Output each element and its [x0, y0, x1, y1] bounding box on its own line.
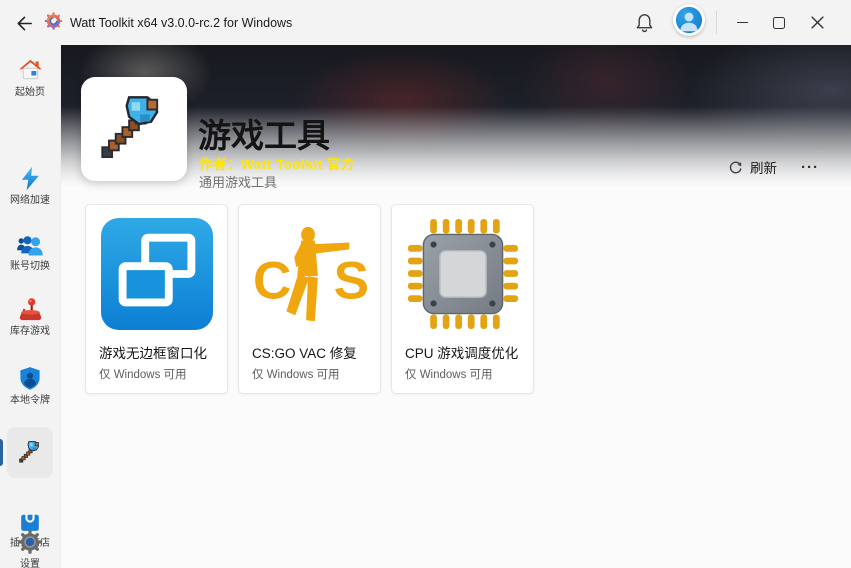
pack-description: 通用游戏工具	[199, 172, 277, 191]
tool-cards-row: 游戏无边框窗口化 仅 Windows 可用 C S	[85, 204, 534, 394]
minimize-button[interactable]	[723, 0, 761, 45]
axe-icon	[17, 439, 44, 466]
svg-text:S: S	[333, 252, 367, 311]
tool-pack-icon-card	[81, 77, 187, 181]
axe-icon-large	[95, 90, 173, 168]
minimize-icon	[737, 22, 748, 23]
refresh-button[interactable]: 刷新	[722, 154, 783, 180]
card-title: 游戏无边框窗口化	[86, 343, 227, 363]
sidebar-item-local-token[interactable]: 本地令牌	[0, 365, 60, 407]
notifications-button[interactable]	[631, 10, 657, 36]
card-csgo-vac-fix[interactable]: C S CS:GO VAC 修复 仅 Windows 可用	[238, 204, 381, 394]
lightning-icon	[18, 165, 43, 192]
titlebar-divider	[716, 11, 717, 34]
home-icon	[17, 58, 44, 84]
selected-indicator	[0, 439, 3, 466]
sidebar-item-home[interactable]: 起始页	[0, 58, 60, 99]
csgo-icon: C S	[239, 205, 380, 343]
sidebar-label: 库存游戏	[10, 326, 50, 338]
card-subtitle: 仅 Windows 可用	[239, 363, 380, 382]
avatar-person-icon	[675, 6, 703, 34]
gear-icon	[16, 528, 44, 556]
card-title: CPU 游戏调度优化	[392, 343, 533, 363]
user-avatar[interactable]	[673, 4, 705, 36]
maximize-button[interactable]	[760, 0, 798, 45]
main-content: 游戏工具 作者：Watt Toolkit 官方 通用游戏工具 刷新 ···	[60, 45, 851, 568]
more-options-button[interactable]: ···	[793, 157, 827, 178]
window-title: Watt Toolkit x64 v3.0.0-rc.2 for Windows	[70, 0, 292, 45]
cpu-icon	[392, 205, 533, 343]
close-icon	[811, 16, 824, 29]
sidebar-label: 网络加速	[10, 195, 50, 207]
app-logo-icon	[42, 9, 64, 33]
card-subtitle: 仅 Windows 可用	[86, 363, 227, 382]
sidebar: 起始页 网络加速 账号切换	[0, 45, 60, 568]
watt-toolkit-window: Watt Toolkit x64 v3.0.0-rc.2 for Windows	[0, 0, 851, 568]
bell-icon	[634, 12, 655, 34]
refresh-icon	[728, 160, 743, 175]
joystick-icon	[17, 297, 44, 323]
card-title: CS:GO VAC 修复	[239, 343, 380, 363]
titlebar: Watt Toolkit x64 v3.0.0-rc.2 for Windows	[0, 0, 851, 45]
author-line: 作者：Watt Toolkit 官方	[199, 153, 355, 173]
shield-person-icon	[17, 365, 43, 392]
svg-text:C: C	[252, 252, 290, 311]
sidebar-label: 账号切换	[10, 261, 50, 273]
sidebar-item-account-switch[interactable]: 账号切换	[0, 233, 60, 273]
card-subtitle: 仅 Windows 可用	[392, 363, 533, 382]
maximize-icon	[773, 17, 785, 29]
sidebar-item-game-tools[interactable]	[7, 427, 53, 478]
borderless-window-icon	[86, 205, 227, 343]
sidebar-item-network-accel[interactable]: 网络加速	[0, 165, 60, 207]
close-button[interactable]	[798, 0, 836, 45]
refresh-label: 刷新	[750, 157, 777, 177]
back-button[interactable]	[12, 11, 36, 35]
page-title: 游戏工具	[198, 109, 330, 157]
people-icon	[16, 233, 44, 258]
back-arrow-icon	[15, 14, 34, 33]
sidebar-label: 本地令牌	[10, 395, 50, 407]
card-borderless-window[interactable]: 游戏无边框窗口化 仅 Windows 可用	[85, 204, 228, 394]
card-cpu-scheduler[interactable]: CPU 游戏调度优化 仅 Windows 可用	[391, 204, 534, 394]
header-actions: 刷新 ···	[722, 154, 827, 180]
sidebar-label: 起始页	[15, 87, 45, 99]
sidebar-item-settings[interactable]: 设置	[0, 528, 60, 568]
sidebar-label: 设置	[20, 559, 40, 568]
sidebar-item-game-library[interactable]: 库存游戏	[0, 297, 60, 338]
